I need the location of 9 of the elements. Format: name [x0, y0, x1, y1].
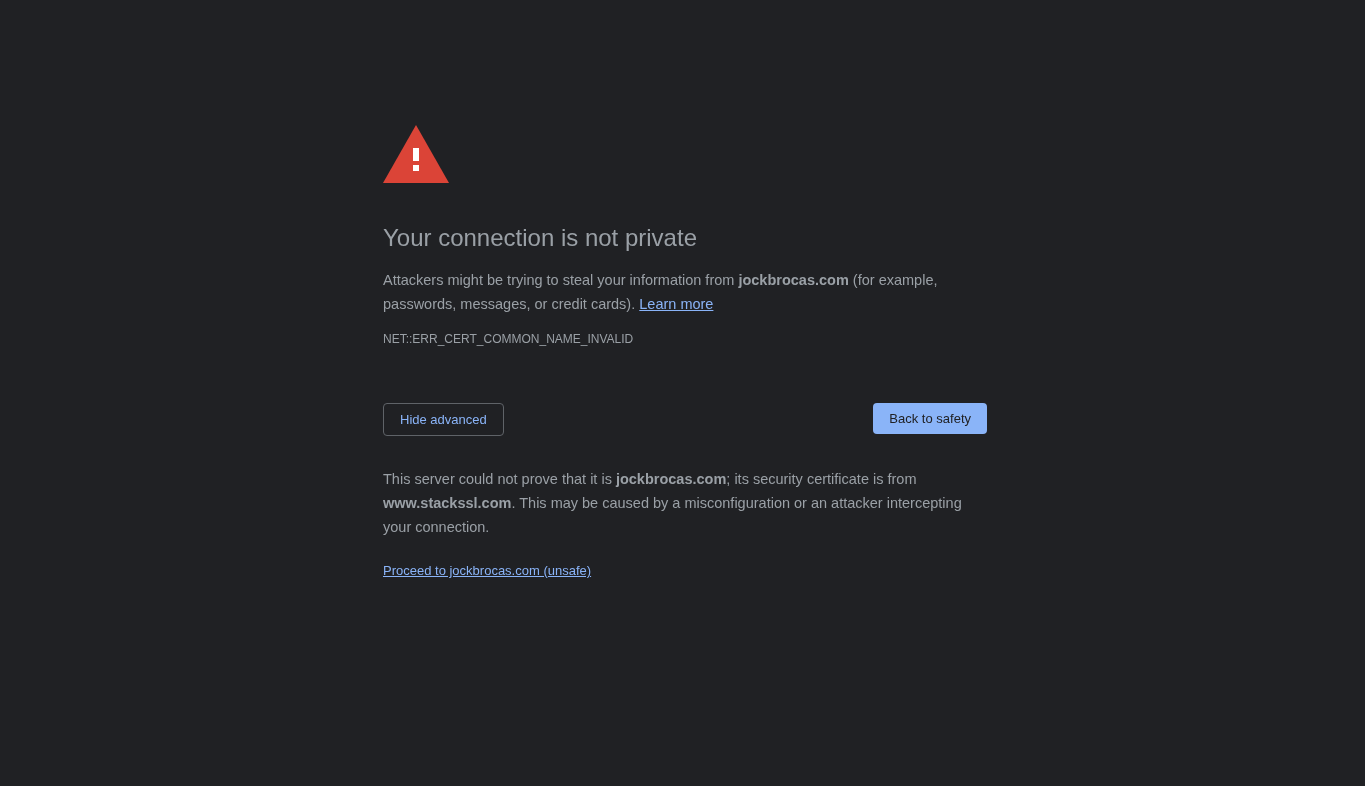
hide-advanced-button[interactable]: Hide advanced: [383, 403, 504, 436]
learn-more-link[interactable]: Learn more: [639, 296, 714, 312]
warning-message: Attackers might be trying to steal your information from jockbrocas.com (for example, passwords, messages, or credit cards). Learn more: [383, 271, 939, 314]
error-code: NET::ERR_CERT_COMMON_NAME_INVALID: [383, 331, 635, 348]
back-to-safety-button[interactable]: Back to safety: [873, 403, 987, 434]
warning-icon: [383, 125, 449, 183]
page-heading: Your connection is not private: [383, 223, 698, 253]
details-message: This server could not prove that it is jockbrocas.com; its security certificate is from www.stackssl.com. This may be caused by a misconfiguration or an attacker intercepting your connection.: [383, 470, 963, 537]
proceed-link[interactable]: Proceed to jockbrocas.com (unsafe): [383, 561, 592, 581]
